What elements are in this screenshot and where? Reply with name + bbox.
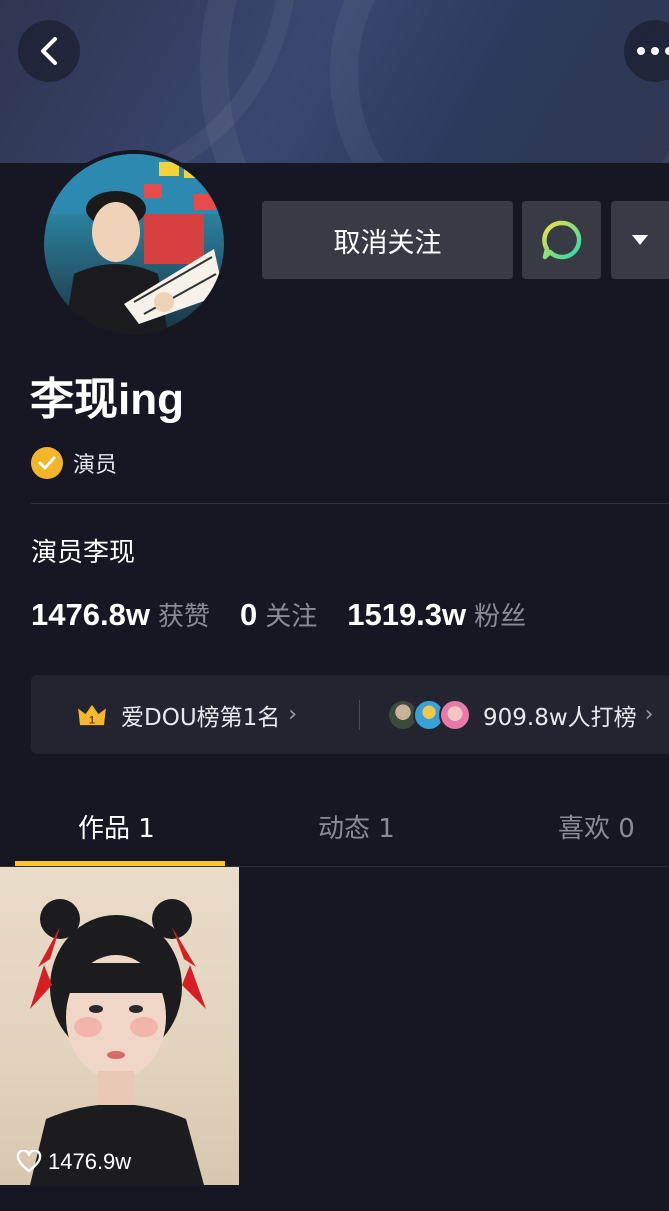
work-likes: 1476.9w bbox=[16, 1149, 131, 1175]
chat-bubble-icon bbox=[541, 220, 581, 260]
back-arrow-icon bbox=[41, 37, 57, 65]
avatar-image bbox=[44, 154, 224, 334]
profile-name: 李现ing bbox=[30, 375, 184, 424]
rank-text: 爱DOU榜第1名 bbox=[121, 704, 281, 731]
work-thumbnail[interactable]: 1476.9w bbox=[0, 867, 239, 1185]
profile-banner bbox=[0, 0, 669, 163]
more-dots-icon bbox=[637, 47, 669, 55]
followers-count[interactable]: 1519.3w bbox=[347, 597, 466, 633]
video-cover-image bbox=[30, 899, 206, 1185]
supporter-avatars bbox=[387, 698, 471, 731]
verified-badge: 演员 bbox=[31, 447, 117, 479]
active-tab-indicator bbox=[15, 861, 225, 866]
following-label[interactable]: 关注 bbox=[265, 596, 317, 633]
followers-label[interactable]: 粉丝 bbox=[474, 596, 526, 633]
likes-count[interactable]: 1476.8w bbox=[31, 597, 150, 633]
rank-position[interactable]: 1 爱DOU榜第1名 › bbox=[75, 675, 297, 754]
rank-separator bbox=[359, 700, 360, 730]
supporter-avatar bbox=[439, 698, 471, 731]
divider bbox=[31, 503, 669, 504]
chevron-right-icon: › bbox=[288, 702, 298, 727]
avatar[interactable] bbox=[40, 150, 228, 338]
likes-label[interactable]: 获赞 bbox=[158, 596, 210, 633]
chevron-right-icon: › bbox=[644, 702, 654, 727]
profile-tabs: 作品 1 动态 1 喜欢 0 bbox=[0, 798, 669, 867]
crown-icon: 1 bbox=[78, 704, 106, 726]
unfollow-button-label: 取消关注 bbox=[333, 227, 442, 259]
profile-stats: 1476.8w 获赞 0 关注 1519.3w 粉丝 bbox=[31, 596, 556, 633]
supporters[interactable]: 909.8w人打榜 › bbox=[387, 675, 653, 754]
tab-works[interactable]: 作品 1 bbox=[78, 808, 155, 845]
dropdown-button[interactable] bbox=[611, 201, 669, 279]
tab-activity[interactable]: 动态 1 bbox=[318, 808, 395, 845]
unfollow-button[interactable]: 取消关注 bbox=[262, 201, 513, 279]
heart-icon bbox=[16, 1150, 42, 1173]
caret-down-icon bbox=[632, 235, 648, 245]
work-likes-count: 1476.9w bbox=[48, 1149, 132, 1174]
profile-bio: 演员李现 bbox=[31, 538, 136, 568]
message-button[interactable] bbox=[522, 201, 601, 279]
supporters-text: 909.8w人打榜 bbox=[483, 704, 637, 731]
idol-rank-bar: 1 爱DOU榜第1名 › 909.8w人打榜 › bbox=[31, 675, 669, 754]
following-count[interactable]: 0 bbox=[240, 597, 257, 633]
verified-label: 演员 bbox=[73, 453, 118, 478]
crown-badge-number: 1 bbox=[89, 714, 95, 726]
back-button[interactable] bbox=[18, 20, 80, 82]
verified-check-icon bbox=[31, 447, 63, 479]
tab-likes[interactable]: 喜欢 0 bbox=[558, 808, 635, 845]
